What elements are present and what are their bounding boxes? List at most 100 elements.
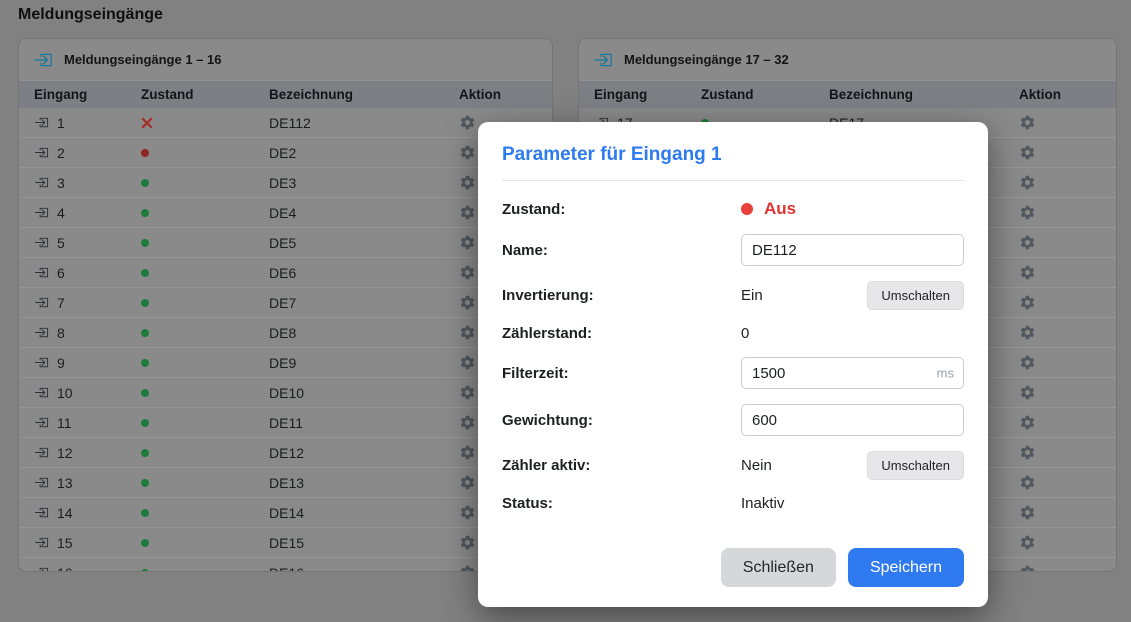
panel-title: Meldungseingänge 1 – 16 bbox=[64, 52, 222, 67]
gear-icon[interactable] bbox=[1019, 534, 1036, 551]
state-cell bbox=[141, 389, 269, 397]
gear-icon[interactable] bbox=[1019, 324, 1036, 341]
state-cell bbox=[141, 329, 269, 337]
close-button[interactable]: Schließen bbox=[721, 548, 836, 587]
gear-icon[interactable] bbox=[1019, 114, 1036, 131]
state-cell bbox=[141, 509, 269, 517]
field-zustand: Zustand: Aus bbox=[502, 199, 964, 219]
input-label: DE112 bbox=[269, 115, 459, 131]
table-row: 15 DE15 bbox=[19, 527, 552, 557]
input-label: DE9 bbox=[269, 355, 459, 371]
gear-icon[interactable] bbox=[459, 234, 476, 251]
gear-icon[interactable] bbox=[459, 114, 476, 131]
gear-icon[interactable] bbox=[1019, 444, 1036, 461]
box-arrow-in-right-icon bbox=[34, 475, 49, 490]
input-number: 12 bbox=[57, 445, 73, 461]
gear-icon[interactable] bbox=[1019, 234, 1036, 251]
state-cell bbox=[141, 239, 269, 247]
state-on-dot bbox=[141, 389, 149, 397]
state-cell bbox=[141, 449, 269, 457]
state-on-dot bbox=[141, 239, 149, 247]
input-label: DE15 bbox=[269, 535, 459, 551]
field-zaehlerstand: Zählerstand: 0 bbox=[502, 325, 964, 342]
gear-icon[interactable] bbox=[459, 294, 476, 311]
table-row: 1 DE112 bbox=[19, 108, 552, 137]
gear-icon[interactable] bbox=[459, 324, 476, 341]
table-header: Eingang Zustand Bezeichnung Aktion bbox=[579, 80, 1116, 108]
field-filterzeit: Filterzeit: ms bbox=[502, 357, 964, 389]
state-cell bbox=[141, 359, 269, 367]
state-on-dot bbox=[141, 299, 149, 307]
state-on-dot bbox=[141, 569, 149, 573]
gear-icon[interactable] bbox=[1019, 354, 1036, 371]
gear-icon[interactable] bbox=[459, 534, 476, 551]
gear-icon[interactable] bbox=[459, 144, 476, 161]
state-cell bbox=[141, 569, 269, 573]
gear-icon[interactable] bbox=[1019, 504, 1036, 521]
field-gewichtung: Gewichtung: bbox=[502, 404, 964, 436]
state-cell bbox=[141, 479, 269, 487]
gear-icon[interactable] bbox=[459, 354, 476, 371]
page-title: Meldungseingänge bbox=[18, 6, 163, 24]
gear-icon[interactable] bbox=[459, 204, 476, 221]
table-row: 6 DE6 bbox=[19, 257, 552, 287]
gear-icon[interactable] bbox=[459, 444, 476, 461]
gear-icon[interactable] bbox=[1019, 294, 1036, 311]
input-label: DE13 bbox=[269, 475, 459, 491]
box-arrow-in-right-icon bbox=[34, 535, 49, 550]
input-number: 3 bbox=[57, 175, 65, 191]
status-text-value: Inaktiv bbox=[741, 495, 964, 512]
gear-icon[interactable] bbox=[1019, 474, 1036, 491]
gewichtung-input[interactable] bbox=[741, 404, 964, 436]
input-label: DE2 bbox=[269, 145, 459, 161]
box-arrow-in-right-icon bbox=[34, 265, 49, 280]
state-cell bbox=[141, 117, 269, 129]
gear-icon[interactable] bbox=[459, 414, 476, 431]
column-aktion: Aktion bbox=[459, 87, 552, 102]
zaehler-aktiv-value: Nein bbox=[741, 457, 772, 474]
box-arrow-in-right-icon bbox=[34, 205, 49, 220]
gear-icon[interactable] bbox=[1019, 264, 1036, 281]
zaehler-aktiv-toggle-button[interactable]: Umschalten bbox=[867, 451, 964, 480]
state-cell bbox=[141, 269, 269, 277]
save-button[interactable]: Speichern bbox=[848, 548, 964, 587]
gear-icon[interactable] bbox=[1019, 204, 1036, 221]
name-input[interactable] bbox=[741, 234, 964, 266]
box-arrow-in-right-icon bbox=[34, 295, 49, 310]
gear-icon[interactable] bbox=[1019, 414, 1036, 431]
gear-icon[interactable] bbox=[1019, 384, 1036, 401]
panel-header: Meldungseingänge 17 – 32 bbox=[579, 39, 1116, 80]
column-eingang: Eingang bbox=[34, 87, 141, 102]
state-error-x-icon bbox=[141, 117, 153, 129]
gear-icon[interactable] bbox=[459, 504, 476, 521]
invertierung-value: Ein bbox=[741, 287, 763, 304]
state-on-dot bbox=[141, 329, 149, 337]
filterzeit-input[interactable] bbox=[741, 357, 964, 389]
gear-icon[interactable] bbox=[459, 264, 476, 281]
input-number: 10 bbox=[57, 385, 73, 401]
dialog-footer: Schließen Speichern bbox=[502, 548, 964, 587]
input-number: 2 bbox=[57, 145, 65, 161]
panel-header: Meldungseingänge 1 – 16 bbox=[19, 39, 552, 80]
gear-icon[interactable] bbox=[1019, 144, 1036, 161]
input-label: DE11 bbox=[269, 415, 459, 431]
box-arrow-in-right-icon bbox=[34, 355, 49, 370]
input-label: DE3 bbox=[269, 175, 459, 191]
gear-icon[interactable] bbox=[1019, 564, 1036, 572]
column-aktion: Aktion bbox=[1019, 87, 1116, 102]
field-zaehler-aktiv: Zähler aktiv: Nein Umschalten bbox=[502, 451, 964, 480]
gear-icon[interactable] bbox=[459, 174, 476, 191]
gear-icon[interactable] bbox=[459, 474, 476, 491]
table-row: 12 DE12 bbox=[19, 437, 552, 467]
box-arrow-in-right-icon bbox=[593, 50, 613, 70]
input-number: 5 bbox=[57, 235, 65, 251]
dialog-title: Parameter für Eingang 1 bbox=[502, 144, 964, 166]
gear-icon[interactable] bbox=[1019, 174, 1036, 191]
gear-icon[interactable] bbox=[459, 384, 476, 401]
input-number: 11 bbox=[57, 415, 72, 431]
table-row: 4 DE4 bbox=[19, 197, 552, 227]
field-invertierung: Invertierung: Ein Umschalten bbox=[502, 281, 964, 310]
invertierung-toggle-button[interactable]: Umschalten bbox=[867, 281, 964, 310]
state-cell bbox=[141, 149, 269, 157]
gear-icon[interactable] bbox=[459, 564, 476, 572]
